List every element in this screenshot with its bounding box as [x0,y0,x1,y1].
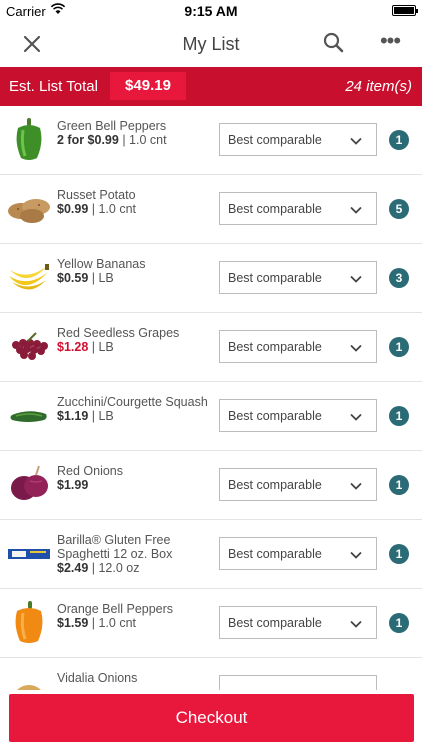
item-name: Barilla® Gluten Free Spaghetti 12 oz. Bo… [57,533,173,561]
substitution-select[interactable]: Best comparable [219,537,377,570]
chevron-down-icon [350,134,362,146]
red-onion-image [6,461,52,507]
quantity-badge[interactable]: 1 [389,475,409,495]
quantity-badge[interactable]: 1 [389,544,409,564]
item-name: Red Seedless Grapes [57,326,180,340]
item-price: $0.99 [57,202,89,216]
item-name: Red Onions [57,464,124,478]
substitution-select[interactable]: Best comparable [219,468,377,501]
banana-image [6,254,52,300]
substitution-select[interactable]: Best comparable [219,606,377,639]
status-bar: Carrier 9:15 AM [0,0,422,22]
item-unit: LB [98,409,114,423]
item-unit: 1.0 cnt [129,133,167,147]
vidalia-onion-image [6,668,52,690]
item-name: Yellow Bananas [57,257,146,271]
chevron-down-icon [350,617,362,629]
chevron-down-icon [350,203,362,215]
item-unit: 12.0 oz [98,561,140,575]
list-item[interactable]: Zucchini/Courgette Squash $1.19 | LB Bes… [0,382,422,451]
item-price: $1.28 [57,340,89,354]
substitution-select[interactable]: Best comparable [219,192,377,225]
zucchini-image [6,392,52,438]
substitution-value: Best comparable [228,616,322,630]
battery-icon [392,5,418,16]
grapes-image [6,323,52,369]
list-item[interactable]: Yellow Bananas $0.59 | LB Best comparabl… [0,244,422,313]
list-item[interactable]: Red Seedless Grapes $1.28 | LB Best comp… [0,313,422,382]
item-name: Zucchini/Courgette Squash [57,395,208,409]
quantity-badge[interactable]: 1 [389,613,409,633]
substitution-select[interactable]: Best comparable [219,123,377,156]
item-price: $1.19 [57,409,89,423]
item-unit: LB [98,340,114,354]
chevron-down-icon [350,410,362,422]
shopping-list: Green Bell Peppers 2 for $0.99 | 1.0 cnt… [0,106,422,690]
item-name: Green Bell Peppers [57,119,167,133]
chevron-down-icon [350,272,362,284]
substitution-value: Best comparable [228,133,322,147]
clock: 9:15 AM [184,3,238,19]
item-price: $2.49 [57,561,89,575]
chevron-down-icon [350,479,362,491]
item-price: $0.59 [57,271,89,285]
list-total-bar: Est. List Total $49.19 24 item(s) [0,67,422,106]
list-item[interactable]: Green Bell Peppers 2 for $0.99 | 1.0 cnt… [0,106,422,175]
quantity-badge[interactable]: 1 [389,130,409,150]
list-item[interactable]: Russet Potato $0.99 | 1.0 cnt Best compa… [0,175,422,244]
item-name: Vidalia Onions [57,671,138,685]
item-name: Russet Potato [57,188,136,202]
search-icon[interactable] [320,29,348,57]
orange-pepper-image [6,599,52,645]
substitution-select[interactable]: Best comparable [219,261,377,294]
spaghetti-box-image [6,530,52,576]
total-label: Est. List Total [9,78,98,95]
more-icon[interactable]: ••• [376,30,404,58]
list-item[interactable]: Barilla® Gluten Free Spaghetti 12 oz. Bo… [0,520,422,589]
quantity-badge[interactable]: 3 [389,268,409,288]
quantity-badge[interactable]: 5 [389,199,409,219]
substitution-value: Best comparable [228,271,322,285]
checkout-footer: Checkout [0,690,422,750]
substitution-value: Best comparable [228,547,322,561]
nav-bar: My List ••• [0,22,422,66]
substitution-value: Best comparable [228,340,322,354]
substitution-value: Best comparable [228,409,322,423]
substitution-select[interactable]: Best comparable [219,330,377,363]
green-pepper-image [6,116,52,162]
list-item[interactable]: Red Onions $1.99 Best comparable 1 [0,451,422,520]
quantity-badge[interactable]: 1 [389,406,409,426]
chevron-down-icon [350,548,362,560]
page-title: My List [182,34,240,54]
item-price: $1.99 [57,478,89,492]
substitution-select[interactable]: Best comparable [219,399,377,432]
chevron-down-icon [350,341,362,353]
checkout-button[interactable]: Checkout [9,694,414,742]
substitution-select[interactable] [219,675,377,690]
item-unit: 1.0 cnt [98,616,137,630]
list-item[interactable]: Vidalia Onions [0,658,422,690]
item-unit: LB [98,271,114,285]
item-unit: 1.0 cnt [98,202,137,216]
substitution-value: Best comparable [228,478,322,492]
quantity-badge[interactable]: 1 [389,337,409,357]
list-item[interactable]: Orange Bell Peppers $1.59 | 1.0 cnt Best… [0,589,422,658]
item-count: 24 item(s) [345,78,412,95]
item-name: Orange Bell Peppers [57,602,174,616]
total-amount: $49.19 [110,72,186,100]
potato-image [6,185,52,231]
substitution-value: Best comparable [228,202,322,216]
item-price: 2 for $0.99 [57,133,119,147]
item-price: $1.59 [57,616,89,630]
